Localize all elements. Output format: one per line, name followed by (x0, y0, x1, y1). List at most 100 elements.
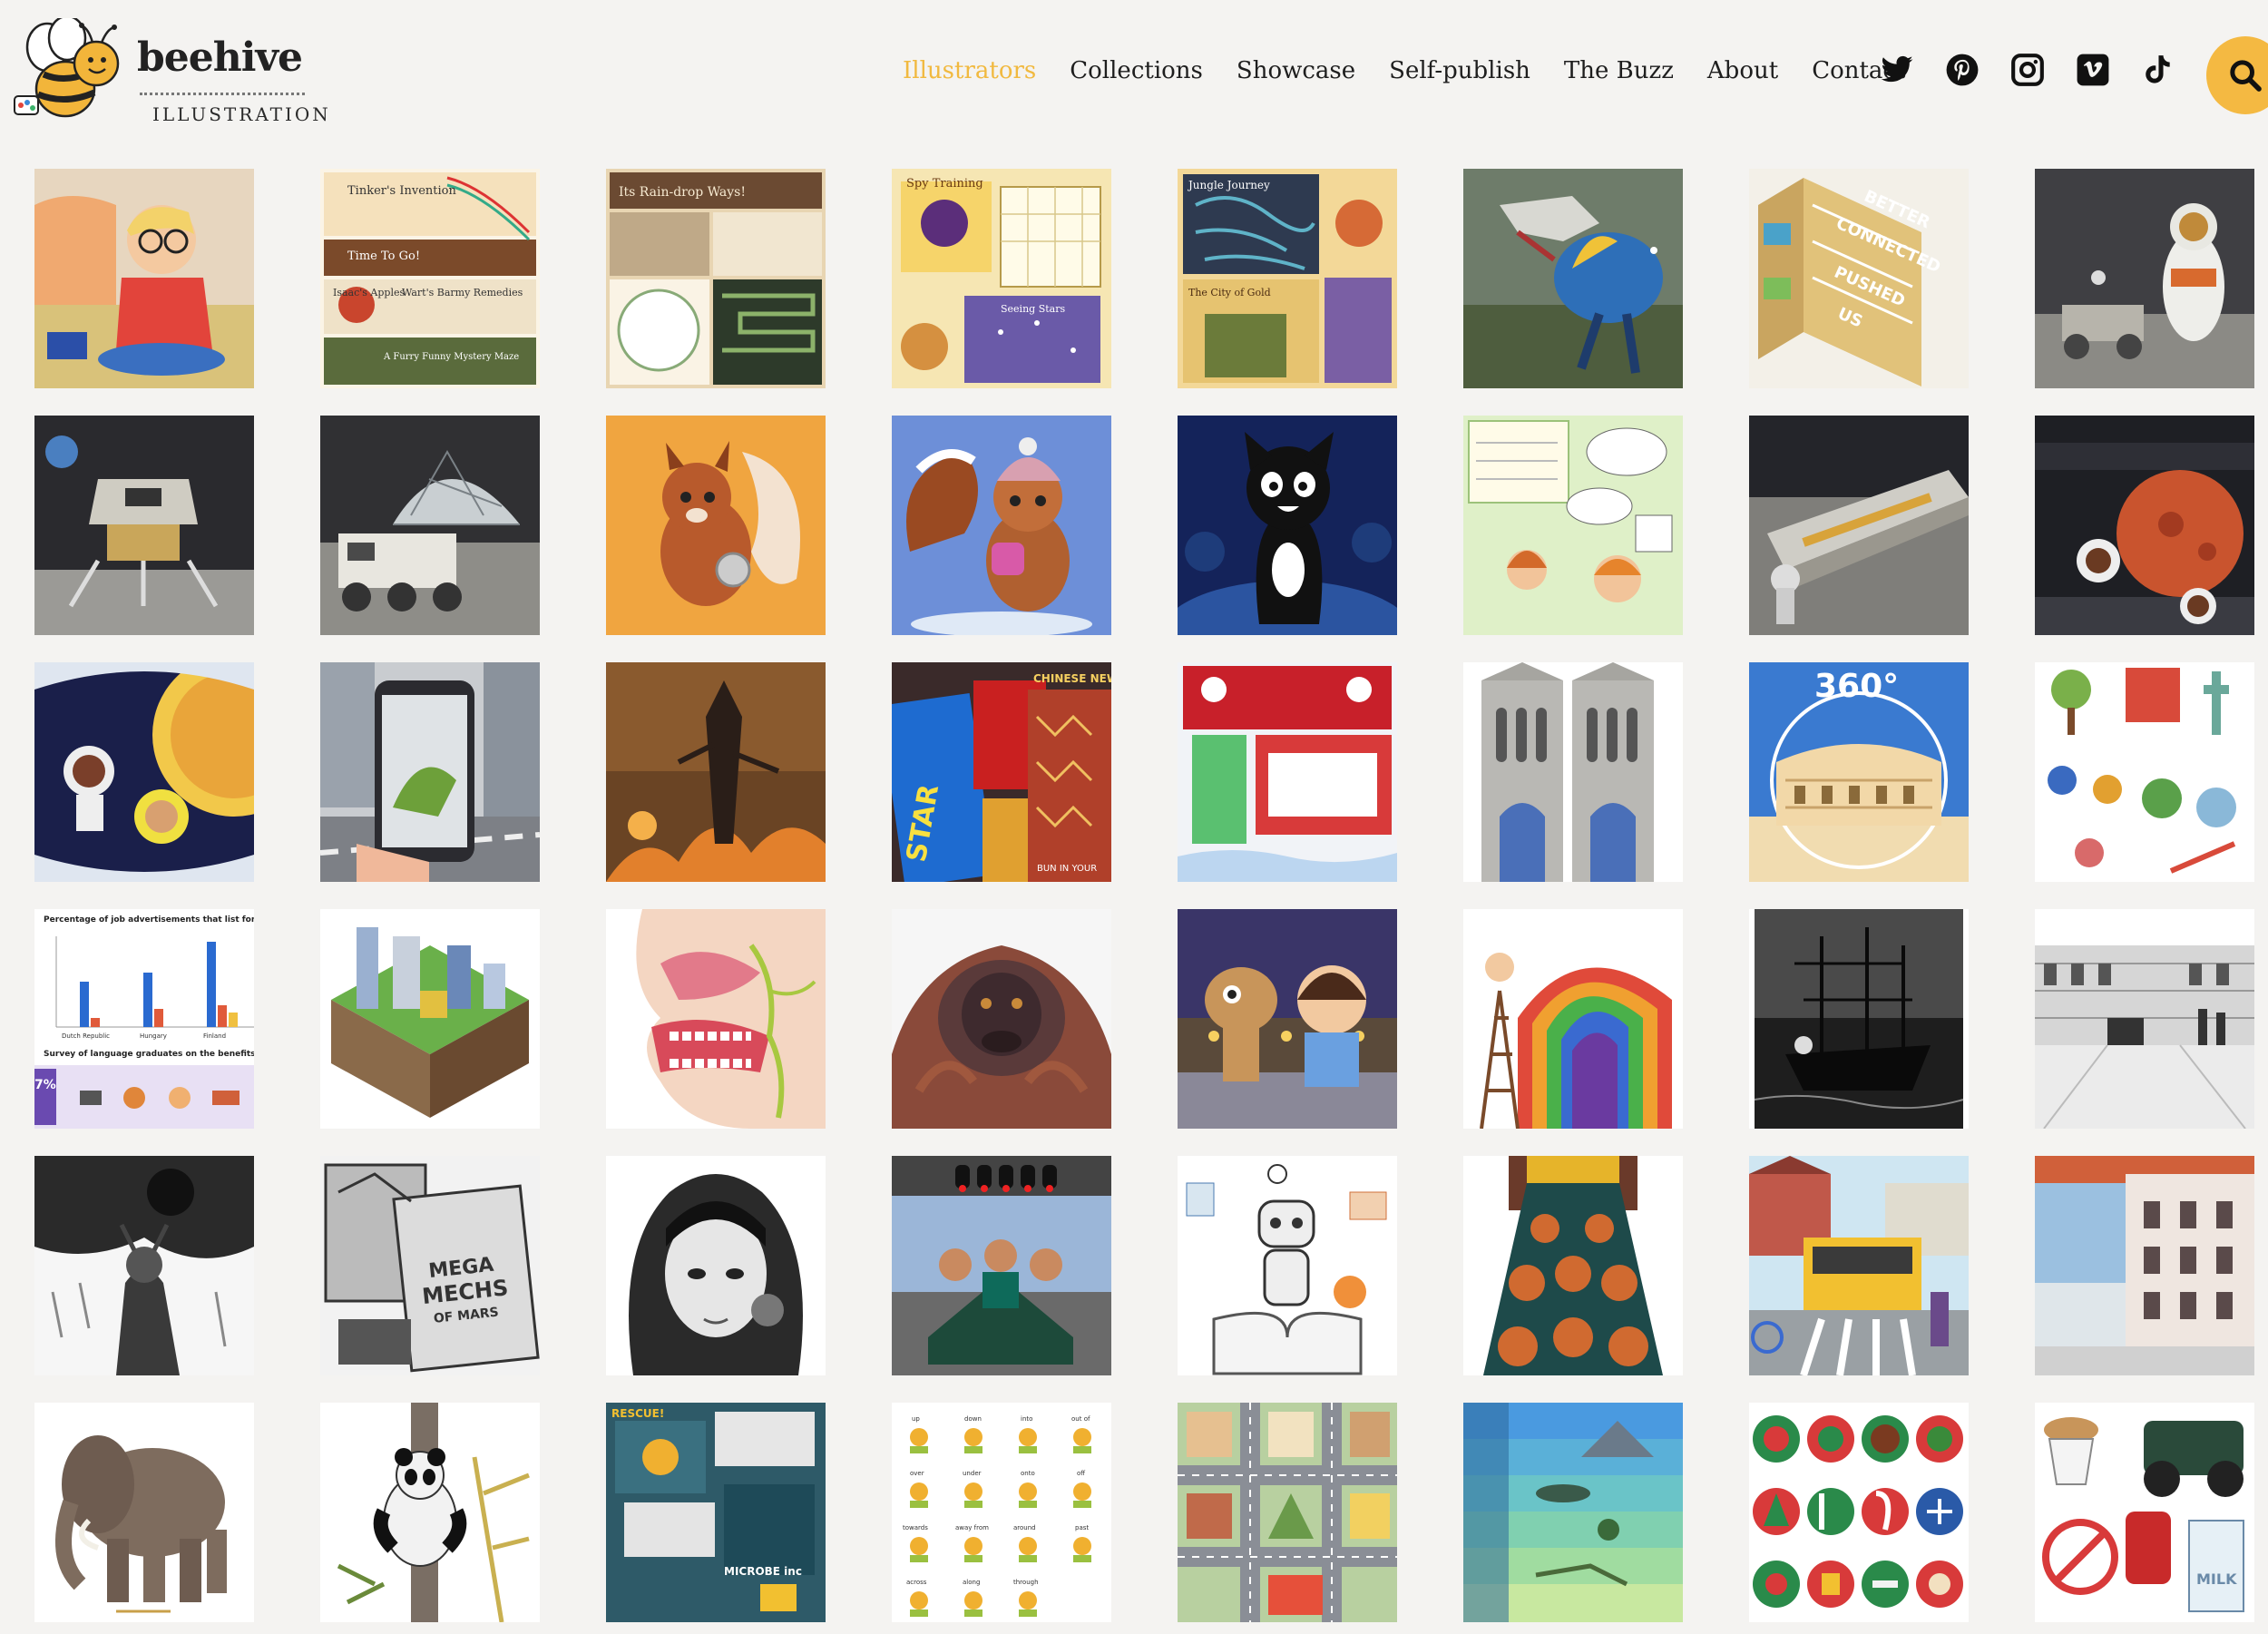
site-header: beehive ILLUSTRATION Illustrators Collec… (0, 0, 2268, 150)
tile-paris-building[interactable] (2035, 1156, 2254, 1375)
vimeo-icon[interactable] (2076, 53, 2110, 87)
tile-activity-pages-1[interactable]: Tinker's Invention Time To Go! Isaac's A… (320, 169, 540, 388)
tile-ghost-ship[interactable] (1749, 909, 1969, 1129)
tile-activity-pages-2[interactable]: Its Rain-drop Ways! (606, 169, 826, 388)
tile-text: Time To Go! (347, 250, 420, 263)
tile-text: over (910, 1470, 924, 1477)
tile-text: across (906, 1579, 927, 1586)
tile-robot-book[interactable] (1178, 1156, 1397, 1375)
tiktok-icon[interactable] (2141, 53, 2175, 87)
tile-christmas-badges[interactable] (1749, 1403, 1969, 1622)
tile-text: away from (955, 1524, 989, 1531)
tile-text: off (1077, 1470, 1085, 1477)
pinterest-icon[interactable] (1945, 53, 1980, 87)
tile-town-map[interactable] (1178, 1403, 1397, 1622)
brand-name: beehive (137, 34, 303, 81)
tile-text: MICROBE inc (724, 1565, 802, 1578)
tile-text: Dutch Republic (62, 1032, 110, 1040)
tile-jungle-journey[interactable]: Jungle Journey The City of Gold (1178, 169, 1397, 388)
tile-text: 7% (34, 1078, 56, 1092)
tile-text: Its Rain-drop Ways! (619, 185, 746, 200)
tile-cathedral[interactable] (1463, 662, 1683, 882)
twitter-icon[interactable] (1880, 53, 1914, 87)
tile-moon-dome[interactable] (320, 416, 540, 635)
tile-text: Survey of language graduates on the bene… (44, 1050, 254, 1059)
tile-language-infographic[interactable]: Percentage of job advertisements that li… (34, 909, 254, 1129)
tile-spaceship-interior[interactable] (2035, 416, 2254, 635)
tile-squirrel[interactable] (606, 416, 826, 635)
nav-illustrators[interactable]: Illustrators (903, 56, 1036, 85)
tile-text: Seeing Stars (1001, 303, 1065, 315)
tile-text: onto (1021, 1470, 1035, 1477)
tile-patterned-skirt[interactable] (1463, 1156, 1683, 1375)
tile-dog-and-girl[interactable] (1178, 909, 1397, 1129)
tile-text: around (1013, 1524, 1036, 1531)
tile-orangutan[interactable] (892, 909, 1111, 1129)
tile-rainbow-door[interactable] (1463, 909, 1683, 1129)
tile-text: Isaac's Apples (333, 287, 405, 298)
tile-elephant[interactable] (34, 1403, 254, 1622)
tile-snow-squirrel[interactable] (892, 416, 1111, 635)
tile-microbe-rescue[interactable]: RESCUE! MICROBE inc (606, 1403, 826, 1622)
tile-christmas-cards[interactable] (1178, 662, 1397, 882)
search-icon (2230, 60, 2262, 92)
tile-text: MILK (2196, 1570, 2237, 1588)
tile-woodland-kids[interactable] (1463, 416, 1683, 635)
tile-text: into (1021, 1415, 1032, 1423)
tile-text: past (1075, 1524, 1089, 1531)
tile-text: A Furry Funny Mystery Maze (383, 352, 519, 362)
tile-text: along (963, 1579, 980, 1586)
main-nav: Illustrators Collections Showcase Self-p… (903, 56, 1905, 85)
tile-astronaut-rover[interactable] (2035, 169, 2254, 388)
nav-the-buzz[interactable]: The Buzz (1564, 56, 1674, 85)
tile-text: Finland (203, 1032, 226, 1040)
tile-mega-mechs-of-mars[interactable]: MEGA MECHS OF MARS (320, 1156, 540, 1375)
tile-text: BUN IN YOUR (1037, 864, 1097, 874)
tile-evolution-timeline[interactable] (1463, 1403, 1683, 1622)
tile-text: CHINESE NEW YEAR (1033, 672, 1111, 685)
nav-collections[interactable]: Collections (1070, 56, 1203, 85)
tile-spy-training[interactable]: Spy Training Seeing Stars (892, 169, 1111, 388)
tile-victorian-street[interactable] (2035, 909, 2254, 1129)
tile-moon-train[interactable] (1749, 416, 1969, 635)
tile-space-kids[interactable] (34, 662, 254, 882)
tile-colosseum-360[interactable]: 360° (1749, 662, 1969, 882)
tile-chinese-new-year-snacks[interactable]: CHINESE NEW YEAR BUN IN YOUR STAR (892, 662, 1111, 882)
tile-forest-fire[interactable] (606, 662, 826, 882)
tile-health-icons[interactable]: MILK (2035, 1403, 2254, 1622)
tile-lunar-module[interactable] (34, 416, 254, 635)
tile-black-cat[interactable] (1178, 416, 1397, 635)
social-links (1880, 53, 2175, 87)
tile-text: Jungle Journey (1187, 179, 1270, 191)
tile-panda-bamboo[interactable] (320, 1403, 540, 1622)
brand-subtitle: ILLUSTRATION (152, 103, 331, 125)
nav-showcase[interactable]: Showcase (1237, 56, 1355, 85)
tile-text: towards (903, 1524, 928, 1531)
tile-text: 360° (1814, 668, 1899, 705)
nav-self-publish[interactable]: Self-publish (1389, 56, 1530, 85)
instagram-icon[interactable] (2010, 53, 2045, 87)
tile-school-bus-street[interactable] (1749, 1156, 1969, 1375)
tile-new-york-icons[interactable] (2035, 662, 2254, 882)
tile-text: out of (1071, 1415, 1090, 1423)
tile-text: Wart's Barmy Remedies (402, 287, 523, 298)
search-button[interactable] (2206, 36, 2268, 114)
tile-ar-dinosaur[interactable] (320, 662, 540, 882)
tile-dinosaur[interactable] (1463, 169, 1683, 388)
tile-text: Percentage of job advertisements that li… (44, 915, 254, 925)
tile-anatomy-head[interactable] (606, 909, 826, 1129)
tile-isometric-city[interactable] (320, 909, 540, 1129)
tile-text: The City of Gold (1188, 287, 1271, 298)
tile-f1-drivers[interactable] (892, 1156, 1111, 1375)
tile-boy-playing[interactable] (34, 169, 254, 388)
tile-forest-spirit[interactable] (34, 1156, 254, 1375)
tile-text: down (964, 1415, 982, 1423)
tile-better-connected[interactable]: BETTER CONNECTED PUSHED US (1749, 169, 1969, 388)
tile-text: through (1013, 1579, 1039, 1586)
tile-text: Tinker's Invention (347, 184, 456, 198)
tile-prepositions[interactable]: up down into out of over under onto off … (892, 1403, 1111, 1622)
tile-text: under (963, 1470, 982, 1477)
tile-hooded-girl-bw[interactable] (606, 1156, 826, 1375)
beehive-logo[interactable]: beehive ILLUSTRATION (13, 18, 328, 127)
nav-about[interactable]: About (1707, 56, 1778, 85)
